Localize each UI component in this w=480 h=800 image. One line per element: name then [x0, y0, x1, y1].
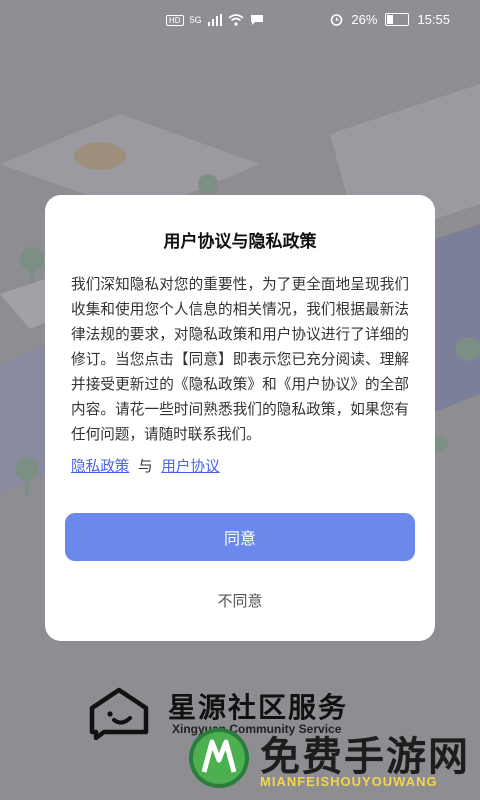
- watermark-logo-icon: [189, 728, 249, 788]
- user-agreement-link[interactable]: 用户协议: [161, 458, 219, 475]
- links-conjunction: 与: [138, 458, 153, 475]
- wifi-icon: [228, 14, 244, 26]
- watermark: 免费手游网 MIANFEISHOUYOUWANG: [186, 720, 476, 798]
- agree-button[interactable]: 同意: [65, 513, 415, 561]
- privacy-dialog: 用户协议与隐私政策 我们深知隐私对您的重要性，为了更全面地呈现我们收集和使用您个…: [45, 195, 435, 641]
- privacy-policy-link[interactable]: 隐私政策: [71, 458, 129, 475]
- clock: 15:55: [417, 12, 450, 27]
- policy-links: 隐私政策 与 用户协议: [71, 455, 220, 476]
- dialog-title: 用户协议与隐私政策: [163, 232, 317, 252]
- battery-level: [387, 15, 394, 24]
- message-icon: [250, 15, 263, 25]
- status-bar: HD 5G 26% 15:55: [0, 0, 480, 44]
- watermark-subtext: MIANFEISHOUYOUWANG: [260, 774, 438, 789]
- hd-badge: HD: [166, 14, 184, 26]
- battery-percent: 26%: [351, 12, 378, 27]
- disagree-button[interactable]: 不同意: [45, 590, 435, 611]
- app-logo-icon: [89, 687, 149, 740]
- network-label: 5G: [189, 15, 202, 25]
- alarm-icon: [331, 14, 343, 26]
- dialog-body: 我们深知隐私对您的重要性，为了更全面地呈现我们收集和使用您个人信息的相关情况，我…: [71, 276, 409, 443]
- signal-icon: [207, 14, 222, 26]
- battery-icon: [385, 13, 410, 26]
